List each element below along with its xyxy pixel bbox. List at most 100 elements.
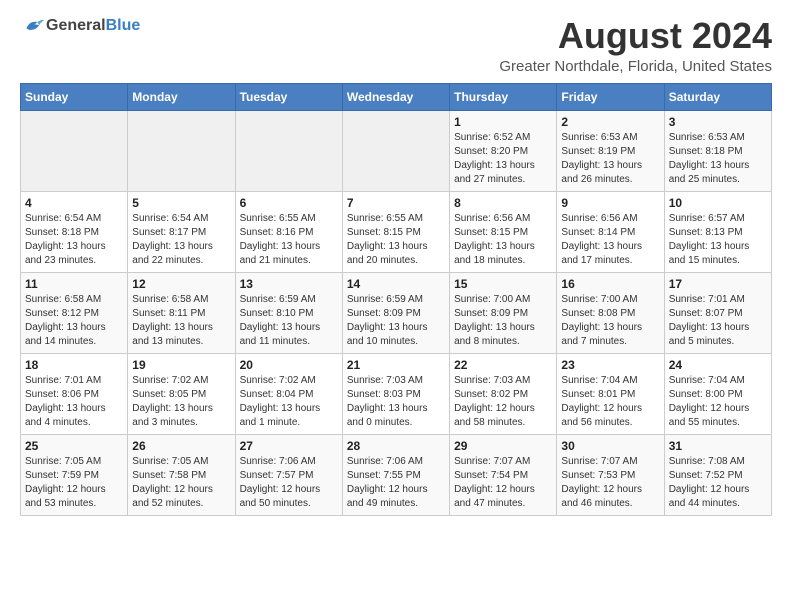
day-cell: 27 Sunrise: 7:06 AM Sunset: 7:57 PM Dayli… xyxy=(235,434,342,515)
day-cell: 15 Sunrise: 7:00 AM Sunset: 8:09 PM Dayli… xyxy=(450,272,557,353)
day-detail: Sunrise: 7:07 AM Sunset: 7:53 PM Dayligh… xyxy=(561,455,659,511)
day-number: 6 xyxy=(240,196,338,210)
weekday-header-monday: Monday xyxy=(128,83,235,110)
day-detail: Sunrise: 7:05 AM Sunset: 7:59 PM Dayligh… xyxy=(25,455,123,511)
day-cell: 17Sunrise: 7:01 AM Sunset: 8:07 PM Dayli… xyxy=(664,272,771,353)
week-row-3: 11Sunrise: 6:58 AM Sunset: 8:12 PM Dayli… xyxy=(21,272,772,353)
day-detail: Sunrise: 7:01 AM Sunset: 8:06 PM Dayligh… xyxy=(25,374,123,430)
logo-text: GeneralBlue xyxy=(46,17,140,35)
day-cell: 9 Sunrise: 6:56 AM Sunset: 8:14 PM Daylig… xyxy=(557,191,664,272)
day-number: 21 xyxy=(347,358,445,372)
day-number: 25 xyxy=(25,439,123,453)
day-cell xyxy=(235,110,342,191)
day-detail: Sunrise: 6:57 AM Sunset: 8:13 PM Dayligh… xyxy=(669,212,767,268)
logo: GeneralBlue xyxy=(20,16,140,36)
day-number: 3 xyxy=(669,115,767,129)
day-detail: Sunrise: 7:02 AM Sunset: 8:05 PM Dayligh… xyxy=(132,374,230,430)
day-cell: 3 Sunrise: 6:53 AM Sunset: 8:18 PM Daylig… xyxy=(664,110,771,191)
calendar-title: August 2024 xyxy=(499,16,772,56)
day-detail: Sunrise: 7:04 AM Sunset: 8:00 PM Dayligh… xyxy=(669,374,767,430)
day-detail: Sunrise: 6:56 AM Sunset: 8:15 PM Dayligh… xyxy=(454,212,552,268)
calendar-subtitle: Greater Northdale, Florida, United State… xyxy=(499,58,772,75)
day-detail: Sunrise: 7:06 AM Sunset: 7:57 PM Dayligh… xyxy=(240,455,338,511)
weekday-header-wednesday: Wednesday xyxy=(342,83,449,110)
day-number: 22 xyxy=(454,358,552,372)
day-number: 10 xyxy=(669,196,767,210)
day-number: 12 xyxy=(132,277,230,291)
day-number: 31 xyxy=(669,439,767,453)
day-cell: 5Sunrise: 6:54 AM Sunset: 8:17 PM Daylig… xyxy=(128,191,235,272)
day-cell: 8 Sunrise: 6:56 AM Sunset: 8:15 PM Daylig… xyxy=(450,191,557,272)
day-cell xyxy=(342,110,449,191)
day-number: 8 xyxy=(454,196,552,210)
day-detail: Sunrise: 7:03 AM Sunset: 8:02 PM Dayligh… xyxy=(454,374,552,430)
day-cell: 6Sunrise: 6:55 AM Sunset: 8:16 PM Daylig… xyxy=(235,191,342,272)
day-number: 15 xyxy=(454,277,552,291)
day-number: 23 xyxy=(561,358,659,372)
day-detail: Sunrise: 7:08 AM Sunset: 7:52 PM Dayligh… xyxy=(669,455,767,511)
day-cell: 10 Sunrise: 6:57 AM Sunset: 8:13 PM Dayli… xyxy=(664,191,771,272)
day-cell: 23 Sunrise: 7:04 AM Sunset: 8:01 PM Dayli… xyxy=(557,353,664,434)
day-number: 1 xyxy=(454,115,552,129)
day-cell xyxy=(128,110,235,191)
weekday-header-saturday: Saturday xyxy=(664,83,771,110)
day-number: 7 xyxy=(347,196,445,210)
day-cell: 18Sunrise: 7:01 AM Sunset: 8:06 PM Dayli… xyxy=(21,353,128,434)
day-number: 27 xyxy=(240,439,338,453)
day-detail: Sunrise: 6:54 AM Sunset: 8:18 PM Dayligh… xyxy=(25,212,123,268)
day-number: 2 xyxy=(561,115,659,129)
day-detail: Sunrise: 7:03 AM Sunset: 8:03 PM Dayligh… xyxy=(347,374,445,430)
weekday-header-sunday: Sunday xyxy=(21,83,128,110)
day-cell: 4 Sunrise: 6:54 AM Sunset: 8:18 PM Daylig… xyxy=(21,191,128,272)
day-cell: 14 Sunrise: 6:59 AM Sunset: 8:09 PM Dayli… xyxy=(342,272,449,353)
day-detail: Sunrise: 7:05 AM Sunset: 7:58 PM Dayligh… xyxy=(132,455,230,511)
day-cell: 20Sunrise: 7:02 AM Sunset: 8:04 PM Dayli… xyxy=(235,353,342,434)
weekday-header-friday: Friday xyxy=(557,83,664,110)
day-detail: Sunrise: 7:04 AM Sunset: 8:01 PM Dayligh… xyxy=(561,374,659,430)
day-number: 14 xyxy=(347,277,445,291)
title-area: August 2024 Greater Northdale, Florida, … xyxy=(499,16,772,75)
day-number: 26 xyxy=(132,439,230,453)
day-cell: 7 Sunrise: 6:55 AM Sunset: 8:15 PM Daylig… xyxy=(342,191,449,272)
day-cell: 12Sunrise: 6:58 AM Sunset: 8:11 PM Dayli… xyxy=(128,272,235,353)
weekday-header-tuesday: Tuesday xyxy=(235,83,342,110)
day-number: 16 xyxy=(561,277,659,291)
day-number: 9 xyxy=(561,196,659,210)
day-cell: 22 Sunrise: 7:03 AM Sunset: 8:02 PM Dayli… xyxy=(450,353,557,434)
day-cell: 31 Sunrise: 7:08 AM Sunset: 7:52 PM Dayli… xyxy=(664,434,771,515)
weekday-header-thursday: Thursday xyxy=(450,83,557,110)
day-cell: 25 Sunrise: 7:05 AM Sunset: 7:59 PM Dayli… xyxy=(21,434,128,515)
logo-bird-icon xyxy=(20,16,44,36)
day-detail: Sunrise: 6:53 AM Sunset: 8:18 PM Dayligh… xyxy=(669,131,767,187)
day-detail: Sunrise: 7:00 AM Sunset: 8:09 PM Dayligh… xyxy=(454,293,552,349)
day-detail: Sunrise: 6:59 AM Sunset: 8:10 PM Dayligh… xyxy=(240,293,338,349)
day-number: 20 xyxy=(240,358,338,372)
day-detail: Sunrise: 6:59 AM Sunset: 8:09 PM Dayligh… xyxy=(347,293,445,349)
weekday-header-row: SundayMondayTuesdayWednesdayThursdayFrid… xyxy=(21,83,772,110)
day-detail: Sunrise: 6:56 AM Sunset: 8:14 PM Dayligh… xyxy=(561,212,659,268)
week-row-4: 18Sunrise: 7:01 AM Sunset: 8:06 PM Dayli… xyxy=(21,353,772,434)
day-number: 24 xyxy=(669,358,767,372)
day-cell: 24 Sunrise: 7:04 AM Sunset: 8:00 PM Dayli… xyxy=(664,353,771,434)
week-row-1: 1 Sunrise: 6:52 AM Sunset: 8:20 PM Daylig… xyxy=(21,110,772,191)
day-detail: Sunrise: 7:00 AM Sunset: 8:08 PM Dayligh… xyxy=(561,293,659,349)
day-number: 19 xyxy=(132,358,230,372)
week-row-2: 4 Sunrise: 6:54 AM Sunset: 8:18 PM Daylig… xyxy=(21,191,772,272)
day-detail: Sunrise: 6:52 AM Sunset: 8:20 PM Dayligh… xyxy=(454,131,552,187)
day-detail: Sunrise: 6:55 AM Sunset: 8:15 PM Dayligh… xyxy=(347,212,445,268)
day-detail: Sunrise: 7:01 AM Sunset: 8:07 PM Dayligh… xyxy=(669,293,767,349)
day-cell: 2 Sunrise: 6:53 AM Sunset: 8:19 PM Daylig… xyxy=(557,110,664,191)
day-number: 4 xyxy=(25,196,123,210)
day-detail: Sunrise: 7:06 AM Sunset: 7:55 PM Dayligh… xyxy=(347,455,445,511)
day-cell: 13Sunrise: 6:59 AM Sunset: 8:10 PM Dayli… xyxy=(235,272,342,353)
day-cell: 26 Sunrise: 7:05 AM Sunset: 7:58 PM Dayli… xyxy=(128,434,235,515)
day-detail: Sunrise: 6:53 AM Sunset: 8:19 PM Dayligh… xyxy=(561,131,659,187)
week-row-5: 25 Sunrise: 7:05 AM Sunset: 7:59 PM Dayli… xyxy=(21,434,772,515)
day-number: 29 xyxy=(454,439,552,453)
day-cell: 11Sunrise: 6:58 AM Sunset: 8:12 PM Dayli… xyxy=(21,272,128,353)
day-cell: 1 Sunrise: 6:52 AM Sunset: 8:20 PM Daylig… xyxy=(450,110,557,191)
day-cell: 19 Sunrise: 7:02 AM Sunset: 8:05 PM Dayli… xyxy=(128,353,235,434)
day-cell: 21 Sunrise: 7:03 AM Sunset: 8:03 PM Dayli… xyxy=(342,353,449,434)
calendar-table: SundayMondayTuesdayWednesdayThursdayFrid… xyxy=(20,83,772,516)
day-cell: 29Sunrise: 7:07 AM Sunset: 7:54 PM Dayli… xyxy=(450,434,557,515)
